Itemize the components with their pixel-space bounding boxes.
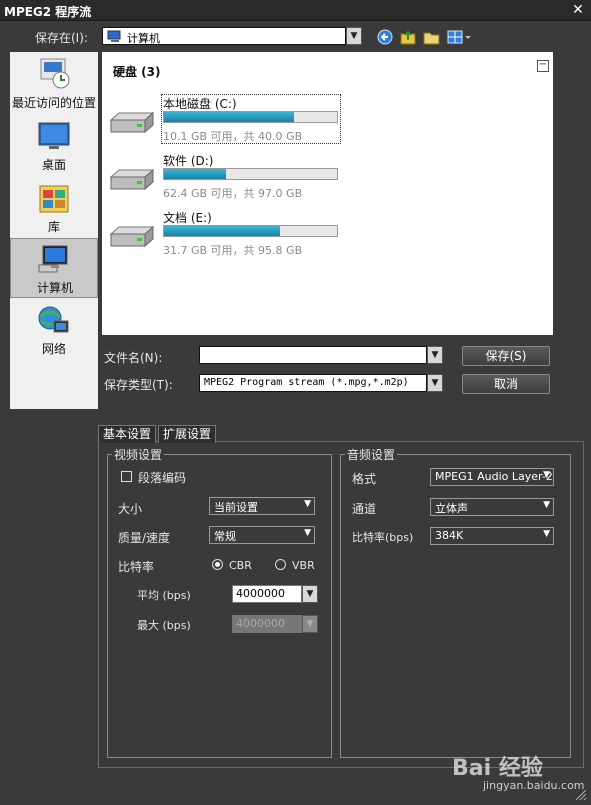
places-bar: 最近访问的位置 桌面 库 计算机 网络 (10, 52, 98, 409)
desktop-icon (37, 120, 71, 152)
drive-usage-bar (163, 111, 338, 123)
max-bitrate-label: 最大 (bps) (137, 619, 191, 632)
avg-bitrate-label: 平均 (bps) (137, 589, 191, 602)
cancel-button[interactable]: 取消 (462, 374, 550, 394)
quality-select[interactable]: 常规 ▼ (209, 526, 315, 544)
avg-bitrate-input[interactable]: 4000000 (232, 585, 302, 603)
drive-name: 本地磁盘 (C:) (163, 97, 237, 111)
library-icon (37, 182, 71, 214)
drive-usage-fill (164, 112, 294, 122)
tab-basic[interactable]: 基本设置 (98, 425, 157, 443)
place-label: 最近访问的位置 (11, 96, 96, 110)
place-label: 桌面 (41, 158, 66, 172)
group-header: 硬盘 (3) (113, 65, 161, 79)
drive-c-item[interactable]: 本地磁盘 (C:) 10.1 GB 可用，共 40.0 GB (109, 94, 341, 144)
channel-label: 通道 (352, 502, 377, 516)
filetype-dropdown-button[interactable]: ▼ (427, 374, 443, 392)
audio-bitrate-select[interactable]: 384K ▼ (430, 527, 554, 545)
drive-e-item[interactable]: 文档 (E:) 31.7 GB 可用，共 95.8 GB (109, 208, 341, 258)
drive-name: 软件 (D:) (163, 154, 214, 168)
tab-extended[interactable]: 扩展设置 (158, 425, 217, 443)
resize-grip-icon[interactable] (573, 787, 587, 801)
chevron-down-icon: ▼ (543, 500, 550, 510)
max-bitrate-dropdown: ▼ (302, 615, 318, 633)
collapse-button[interactable]: − (537, 60, 549, 72)
chevron-down-icon: ▼ (543, 470, 550, 480)
audio-settings-title: 音频设置 (345, 446, 398, 463)
computer-small-icon (107, 30, 123, 42)
chevron-down-icon: ▼ (304, 528, 311, 538)
place-desktop[interactable]: 桌面 (10, 116, 98, 176)
place-label: 计算机 (36, 281, 73, 295)
place-label: 库 (47, 220, 60, 234)
back-icon[interactable] (377, 29, 395, 45)
channel-select[interactable]: 立体声 ▼ (430, 498, 554, 516)
bitrate-label: 比特率 (118, 560, 155, 574)
segment-encode-label: 段落编码 (138, 471, 187, 485)
drive-usage-fill (164, 169, 227, 179)
save-in-combo[interactable]: 计算机 (102, 27, 346, 45)
max-bitrate-input: 4000000 (232, 615, 302, 633)
hard-drive-icon (109, 224, 155, 250)
watermark-url: jingyan.baidu.com (483, 779, 585, 792)
hard-drive-icon (109, 167, 155, 193)
hard-drive-icon (109, 110, 155, 136)
up-folder-icon[interactable] (400, 29, 418, 45)
audio-bitrate-value: 384K (435, 529, 464, 542)
size-value: 当前设置 (214, 501, 258, 514)
avg-bitrate-value: 4000000 (236, 587, 285, 600)
format-value: MPEG1 Audio Layer-2 (435, 470, 553, 483)
drive-d-item[interactable]: 软件 (D:) 62.4 GB 可用，共 97.0 GB (109, 151, 341, 201)
size-select[interactable]: 当前设置 ▼ (209, 497, 315, 515)
drive-info: 62.4 GB 可用，共 97.0 GB (163, 187, 303, 200)
place-library[interactable]: 库 (10, 178, 98, 238)
filename-input[interactable] (199, 346, 427, 364)
avg-bitrate-dropdown[interactable]: ▼ (302, 585, 318, 603)
audio-bitrate-label: 比特率(bps) (352, 531, 414, 544)
chevron-down-icon: ▼ (543, 529, 550, 539)
save-in-value: 计算机 (127, 32, 160, 45)
network-icon (36, 304, 70, 336)
format-label: 格式 (352, 472, 377, 486)
vbr-radio[interactable] (275, 559, 286, 570)
quality-value: 常规 (214, 530, 236, 543)
channel-value: 立体声 (435, 502, 468, 515)
place-label: 网络 (41, 342, 66, 356)
cbr-label: CBR (229, 559, 252, 572)
video-settings-title: 视频设置 (112, 446, 165, 463)
place-network[interactable]: 网络 (10, 300, 98, 360)
drive-info: 31.7 GB 可用，共 95.8 GB (163, 244, 303, 257)
vbr-label: VBR (292, 559, 315, 572)
format-select[interactable]: MPEG1 Audio Layer-2 ▼ (430, 468, 554, 486)
computer-icon (37, 243, 71, 275)
segment-encode-checkbox[interactable] (121, 471, 132, 482)
filetype-select[interactable]: MPEG2 Program stream (*.mpg,*.m2p) (199, 374, 427, 392)
save-button[interactable]: 保存(S) (462, 346, 550, 366)
filetype-value: MPEG2 Program stream (*.mpg,*.m2p) (204, 377, 409, 388)
window-title: MPEG2 程序流 (4, 5, 92, 19)
save-in-dropdown-button[interactable]: ▼ (346, 27, 362, 45)
file-list-area[interactable]: 硬盘 (3) − 本地磁盘 (C:) 10.1 GB 可用，共 40.0 GB … (102, 52, 553, 335)
size-label: 大小 (118, 502, 143, 516)
drive-usage-fill (164, 226, 280, 236)
close-button[interactable]: ✕ (570, 2, 586, 18)
drive-info: 10.1 GB 可用，共 40.0 GB (163, 130, 303, 143)
new-folder-icon[interactable] (423, 29, 441, 45)
save-in-label: 保存在(I): (35, 31, 88, 45)
filename-label: 文件名(N): (104, 351, 163, 365)
recent-places-icon (37, 57, 71, 91)
quality-label: 质量/速度 (118, 531, 171, 545)
drive-name: 文档 (E:) (163, 211, 212, 225)
chevron-down-icon: ▼ (304, 499, 311, 509)
place-computer[interactable]: 计算机 (10, 238, 98, 298)
filetype-label: 保存类型(T): (104, 378, 173, 392)
place-recent[interactable]: 最近访问的位置 (10, 54, 98, 114)
baidu-watermark: Bai 经验 (452, 756, 543, 781)
view-menu-icon[interactable] (447, 29, 473, 45)
filename-dropdown-button[interactable]: ▼ (427, 346, 443, 364)
drive-usage-bar (163, 225, 338, 237)
max-bitrate-value: 4000000 (236, 617, 285, 630)
cbr-radio[interactable] (212, 559, 223, 570)
drive-usage-bar (163, 168, 338, 180)
